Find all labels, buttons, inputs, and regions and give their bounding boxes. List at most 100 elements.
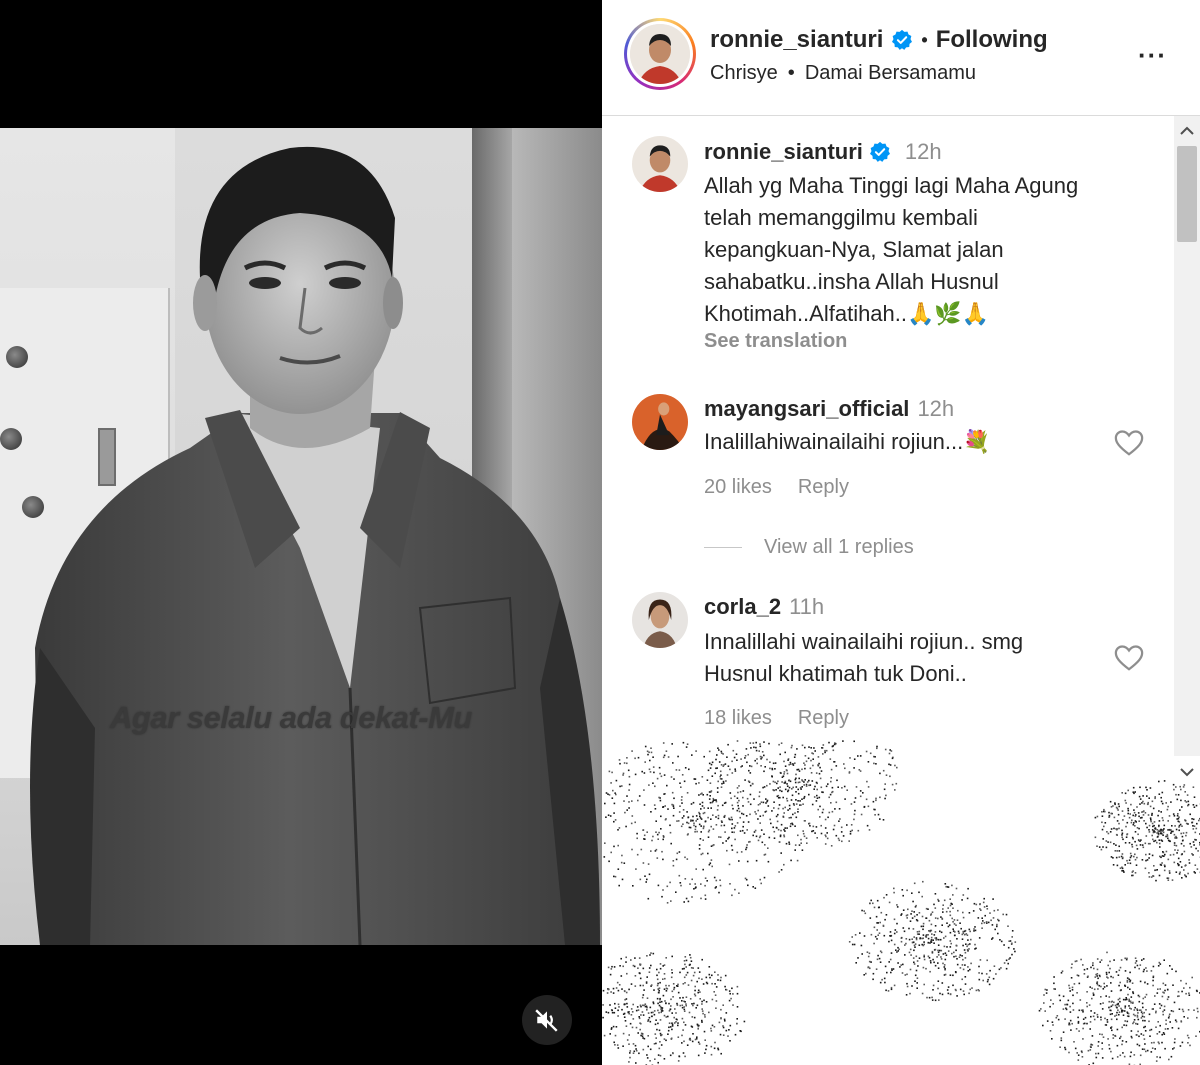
- noise-dot: [707, 816, 709, 819]
- comment-likes-count[interactable]: 20 likes: [704, 476, 772, 499]
- noise-dot: [698, 794, 700, 796]
- noise-dot: [773, 830, 776, 833]
- noise-dot: [679, 1004, 682, 1007]
- comment-reply-button[interactable]: Reply: [798, 707, 849, 730]
- scrollbar-thumb[interactable]: [1177, 146, 1197, 242]
- noise-dot: [699, 817, 702, 819]
- audio-attribution[interactable]: Chrisye • Damai Bersamamu: [710, 62, 976, 85]
- noise-dot: [1192, 841, 1195, 843]
- noise-dot: [646, 878, 648, 881]
- noise-dot: [731, 823, 734, 825]
- noise-dot: [742, 790, 745, 792]
- post-media[interactable]: Agar selalu ada dekat-Mu: [0, 0, 602, 1065]
- noise-dot: [1007, 946, 1010, 949]
- noise-dot: [685, 959, 688, 962]
- noise-dot: [1128, 859, 1131, 861]
- comment-reply-button[interactable]: Reply: [798, 476, 849, 499]
- noise-dot: [755, 813, 757, 815]
- noise-dot: [889, 931, 892, 933]
- caption-author-avatar[interactable]: [632, 136, 688, 192]
- noise-dot: [732, 807, 734, 810]
- comment-time[interactable]: 11h: [789, 594, 824, 620]
- noise-dot: [1154, 797, 1156, 800]
- noise-dot: [1138, 827, 1140, 830]
- noise-dot: [722, 780, 725, 783]
- noise-dot: [918, 957, 921, 959]
- noise-dot: [1096, 958, 1099, 960]
- noise-dot: [962, 990, 965, 992]
- like-heart-icon[interactable]: [1114, 429, 1144, 457]
- noise-dot: [1058, 994, 1061, 997]
- noise-dot: [1094, 836, 1097, 839]
- noise-dot: [850, 803, 853, 805]
- comment-avatar[interactable]: [632, 592, 688, 648]
- noise-dot: [662, 994, 665, 997]
- noise-dot: [822, 808, 825, 811]
- noise-dot: [1146, 826, 1148, 829]
- noise-dot: [1134, 1014, 1136, 1017]
- noise-dot: [670, 998, 672, 1001]
- noise-dot: [931, 996, 933, 999]
- noise-dot: [624, 811, 626, 814]
- noise-dot: [1102, 988, 1105, 990]
- noise-dot: [659, 799, 662, 802]
- comment-username[interactable]: corla_2: [704, 594, 781, 620]
- noise-dot: [755, 746, 757, 749]
- noise-dot: [1167, 829, 1169, 831]
- noise-dot: [1166, 988, 1169, 991]
- view-replies-label[interactable]: View all 1 replies: [764, 536, 914, 559]
- noise-dot: [773, 807, 775, 809]
- noise-dot: [1175, 793, 1177, 796]
- comment-username[interactable]: mayangsari_official: [704, 396, 909, 422]
- comment-time[interactable]: 12h: [917, 396, 954, 422]
- noise-dot: [986, 980, 989, 983]
- caption-time[interactable]: 12h: [905, 139, 942, 165]
- scroll-up-arrow-icon[interactable]: [1174, 120, 1200, 142]
- video-overlay-text: Agar selalu ada dekat-Mu: [110, 700, 472, 735]
- noise-dot: [1053, 982, 1055, 985]
- comment-likes-count[interactable]: 18 likes: [704, 707, 772, 730]
- noise-dot: [1184, 874, 1186, 876]
- noise-dot: [798, 770, 801, 772]
- noise-dot: [1159, 963, 1162, 965]
- noise-dot: [736, 740, 739, 742]
- view-replies-button[interactable]: View all 1 replies: [704, 536, 914, 559]
- noise-dot: [1093, 1018, 1096, 1021]
- noise-dot: [906, 917, 908, 919]
- noise-dot: [670, 1037, 673, 1040]
- noise-dot: [689, 826, 692, 829]
- like-heart-icon[interactable]: [1114, 644, 1144, 672]
- noise-dot: [1132, 786, 1135, 789]
- author-username[interactable]: ronnie_sianturi: [710, 26, 883, 54]
- noise-dot: [932, 958, 934, 961]
- comments-scrollbar[interactable]: [1174, 116, 1200, 777]
- noise-dot: [984, 914, 986, 917]
- comment-avatar[interactable]: [632, 394, 688, 450]
- noise-dot: [925, 907, 928, 910]
- noise-dot: [1163, 1009, 1166, 1011]
- noise-dot: [922, 922, 925, 925]
- noise-dot: [1147, 801, 1149, 804]
- noise-dot: [708, 762, 711, 765]
- caption-username[interactable]: ronnie_sianturi: [704, 139, 863, 165]
- noise-dot: [821, 791, 823, 793]
- audio-artist[interactable]: Chrisye: [710, 62, 778, 85]
- noise-dot: [628, 801, 630, 803]
- noise-dot: [964, 976, 967, 978]
- audio-title[interactable]: Damai Bersamamu: [805, 62, 976, 85]
- author-avatar[interactable]: [624, 18, 696, 90]
- more-options-button[interactable]: ···: [1138, 40, 1167, 71]
- noise-dot: [759, 815, 762, 817]
- see-translation-link[interactable]: See translation: [704, 330, 847, 353]
- noise-dot: [888, 940, 890, 943]
- noise-dot: [942, 953, 945, 955]
- mute-button[interactable]: [522, 995, 572, 1045]
- noise-dot: [1137, 1030, 1139, 1033]
- noise-dot: [1114, 1004, 1117, 1007]
- noise-dot: [1179, 823, 1182, 826]
- noise-dot: [1055, 1016, 1058, 1019]
- noise-dot: [777, 797, 780, 799]
- noise-dot: [1123, 1024, 1125, 1026]
- following-button[interactable]: Following: [936, 26, 1048, 54]
- noise-dot: [698, 971, 701, 973]
